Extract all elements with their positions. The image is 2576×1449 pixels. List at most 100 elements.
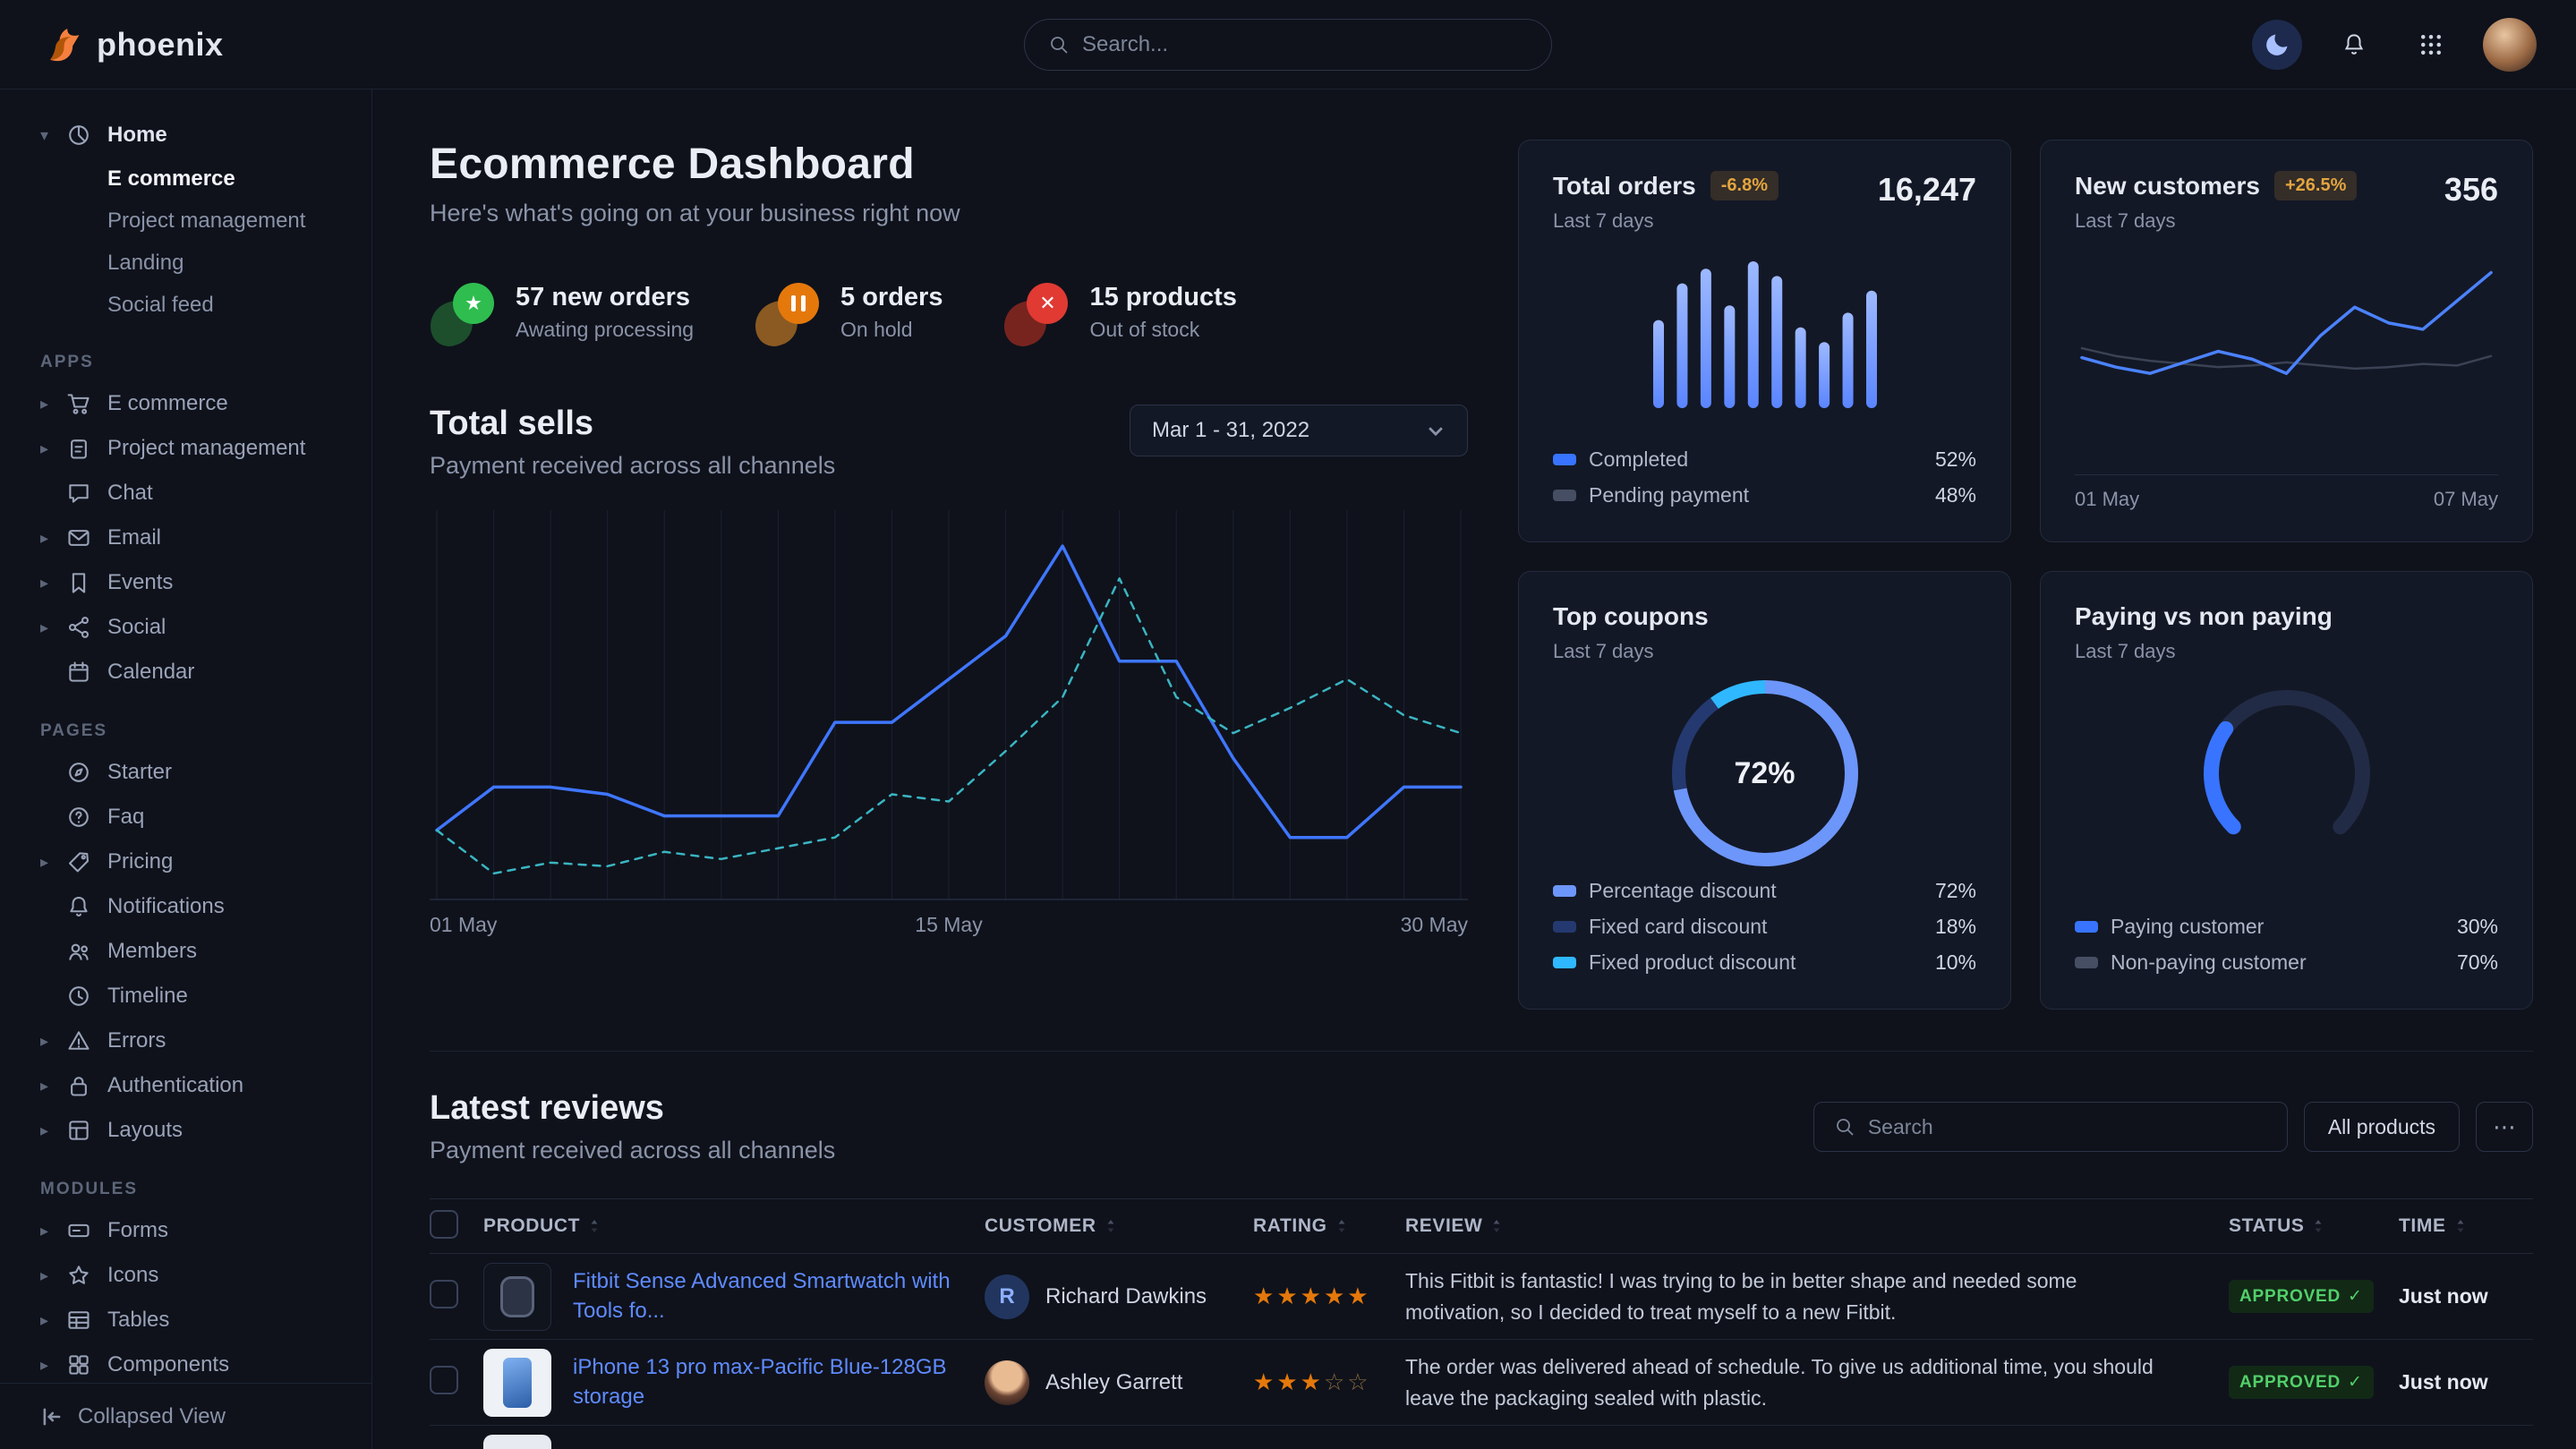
- sidebar-item-authentication[interactable]: ▸ Authentication: [0, 1063, 371, 1108]
- notifications-button[interactable]: [2329, 20, 2379, 70]
- sidebar-item-label: Home: [107, 123, 167, 148]
- reviews-subtitle: Payment received across all channels: [430, 1137, 835, 1164]
- search-icon: [1834, 1116, 1855, 1138]
- sidebar-item-label: Tables: [107, 1308, 169, 1333]
- card-period: Last 7 days: [1553, 640, 1709, 663]
- total-sells-subtitle: Payment received across all channels: [430, 452, 835, 480]
- chevron-right-icon: ▸: [40, 529, 65, 548]
- legend-value: 18%: [1935, 915, 1976, 939]
- sidebar-item-project-management[interactable]: ▸ Project management: [0, 426, 371, 471]
- brand[interactable]: phoenix: [39, 23, 224, 66]
- sidebar-item-tables[interactable]: ▸ Tables: [0, 1298, 371, 1342]
- sidebar-item-label: Email: [107, 525, 161, 550]
- sidebar-section-modules: MODULES: [0, 1180, 371, 1199]
- sidebar-item-components[interactable]: ▸ Components: [0, 1342, 371, 1383]
- bell-icon: [2341, 31, 2367, 58]
- more-options-button[interactable]: ⋯: [2476, 1102, 2533, 1152]
- select-all-checkbox[interactable]: [430, 1210, 458, 1239]
- card-period: Last 7 days: [2075, 209, 2357, 233]
- sidebar-item-ecommerce[interactable]: E commerce: [0, 158, 371, 200]
- navbar-actions: [2252, 18, 2537, 72]
- column-header-product[interactable]: PRODUCT: [483, 1215, 985, 1237]
- chevron-right-icon: ▸: [40, 1356, 65, 1375]
- date-range-select[interactable]: Mar 1 - 31, 2022: [1130, 405, 1468, 456]
- card-title: Paying vs non paying: [2075, 602, 2333, 631]
- sidebar-section-pages: PAGES: [0, 721, 371, 741]
- calendar-icon: [65, 659, 92, 686]
- row-checkbox[interactable]: [430, 1280, 458, 1308]
- user-avatar[interactable]: [2483, 18, 2537, 72]
- sidebar-item-timeline[interactable]: Timeline: [0, 974, 371, 1019]
- column-header-customer[interactable]: CUSTOMER: [985, 1215, 1253, 1237]
- users-icon: [65, 938, 92, 965]
- sidebar-item-members[interactable]: Members: [0, 929, 371, 974]
- column-header-status[interactable]: STATUS: [2229, 1215, 2399, 1237]
- main-content: Ecommerce Dashboard Here's what's going …: [372, 89, 2576, 1449]
- sidebar-item-social-feed[interactable]: Social feed: [0, 284, 371, 326]
- x-label: 30 May: [1401, 913, 1468, 937]
- apps-grid-button[interactable]: [2406, 20, 2456, 70]
- reviews-search-input[interactable]: [1868, 1115, 2267, 1139]
- product-link[interactable]: iPhone 13 pro max-Pacific Blue-128GB sto…: [573, 1353, 958, 1411]
- sidebar-item-label: Pricing: [107, 849, 173, 874]
- global-search[interactable]: [1024, 19, 1552, 71]
- check-icon: ✓: [2348, 1372, 2363, 1393]
- customer-avatar: R: [985, 1274, 1029, 1319]
- collapse-view-button[interactable]: Collapsed View: [0, 1383, 371, 1449]
- sidebar-item-starter[interactable]: Starter: [0, 750, 371, 795]
- sidebar-item-events[interactable]: ▸ Events: [0, 560, 371, 605]
- bookmark-icon: [65, 569, 92, 596]
- global-search-input[interactable]: [1082, 32, 1528, 57]
- chevron-right-icon: ▸: [40, 1266, 65, 1285]
- x-label: 01 May: [430, 913, 497, 937]
- sidebar-item-label: E commerce: [107, 391, 228, 416]
- theme-toggle-button[interactable]: [2252, 20, 2302, 70]
- search-icon: [1048, 34, 1070, 55]
- column-header-review[interactable]: REVIEW: [1405, 1215, 2229, 1237]
- legend-value: 72%: [1935, 879, 1976, 903]
- total-sells-title: Total sells: [430, 405, 835, 443]
- x-label: 01 May: [2075, 488, 2139, 511]
- sidebar-item-pricing[interactable]: ▸ Pricing: [0, 840, 371, 884]
- column-header-time[interactable]: TIME: [2399, 1215, 2533, 1237]
- sidebar-item-email[interactable]: ▸ Email: [0, 516, 371, 560]
- sidebar-item-home[interactable]: ▾ Home: [0, 113, 371, 158]
- sidebar-item-notifications[interactable]: Notifications: [0, 884, 371, 929]
- sidebar-item-calendar[interactable]: Calendar: [0, 650, 371, 695]
- legend-bullet: [1553, 454, 1576, 465]
- legend-value: 10%: [1935, 950, 1976, 975]
- sidebar-item-icons[interactable]: ▸ Icons: [0, 1253, 371, 1298]
- sidebar-item-project-management-dash[interactable]: Project management: [0, 200, 371, 242]
- total-orders-card: Total orders -6.8% Last 7 days 16,247 Co…: [1518, 140, 2011, 542]
- sidebar-section-apps: APPS: [0, 353, 371, 372]
- all-products-button[interactable]: All products: [2304, 1102, 2460, 1152]
- product-thumbnail: [483, 1263, 551, 1331]
- phoenix-logo-icon: [39, 23, 82, 66]
- sidebar-item-label: Calendar: [107, 660, 194, 685]
- card-title: Total orders: [1553, 172, 1696, 200]
- row-checkbox[interactable]: [430, 1366, 458, 1394]
- sidebar-item-ecommerce-app[interactable]: ▸ E commerce: [0, 381, 371, 426]
- date-range-value: Mar 1 - 31, 2022: [1152, 418, 1309, 443]
- grid-icon: [2418, 31, 2444, 58]
- sidebar-item-faq[interactable]: Faq: [0, 795, 371, 840]
- collapse-view-label: Collapsed View: [78, 1404, 226, 1429]
- legend-value: 52%: [1935, 447, 1976, 472]
- sidebar-item-label: Forms: [107, 1218, 168, 1243]
- sidebar-item-layouts[interactable]: ▸ Layouts: [0, 1108, 371, 1153]
- product-link[interactable]: Fitbit Sense Advanced Smartwatch with To…: [573, 1267, 958, 1325]
- legend-bullet: [2075, 921, 2098, 933]
- reviews-search[interactable]: [1813, 1102, 2288, 1152]
- card-value: 356: [2444, 171, 2498, 209]
- sidebar-item-errors[interactable]: ▸ Errors: [0, 1019, 371, 1063]
- sidebar-item-chat[interactable]: Chat: [0, 471, 371, 516]
- sidebar-item-forms[interactable]: ▸ Forms: [0, 1208, 371, 1253]
- new-orders-icon: ★: [430, 279, 496, 345]
- legend-item: Non-paying customer 70%: [2075, 946, 2498, 978]
- paying-gauge-chart: [2184, 676, 2390, 846]
- column-header-rating[interactable]: RATING: [1253, 1215, 1405, 1237]
- check-icon: ✓: [2348, 1286, 2363, 1307]
- sidebar-item-landing[interactable]: Landing: [0, 242, 371, 284]
- table-row: Fitbit Sense Advanced Smartwatch with To…: [430, 1254, 2533, 1340]
- sidebar-item-social[interactable]: ▸ Social: [0, 605, 371, 650]
